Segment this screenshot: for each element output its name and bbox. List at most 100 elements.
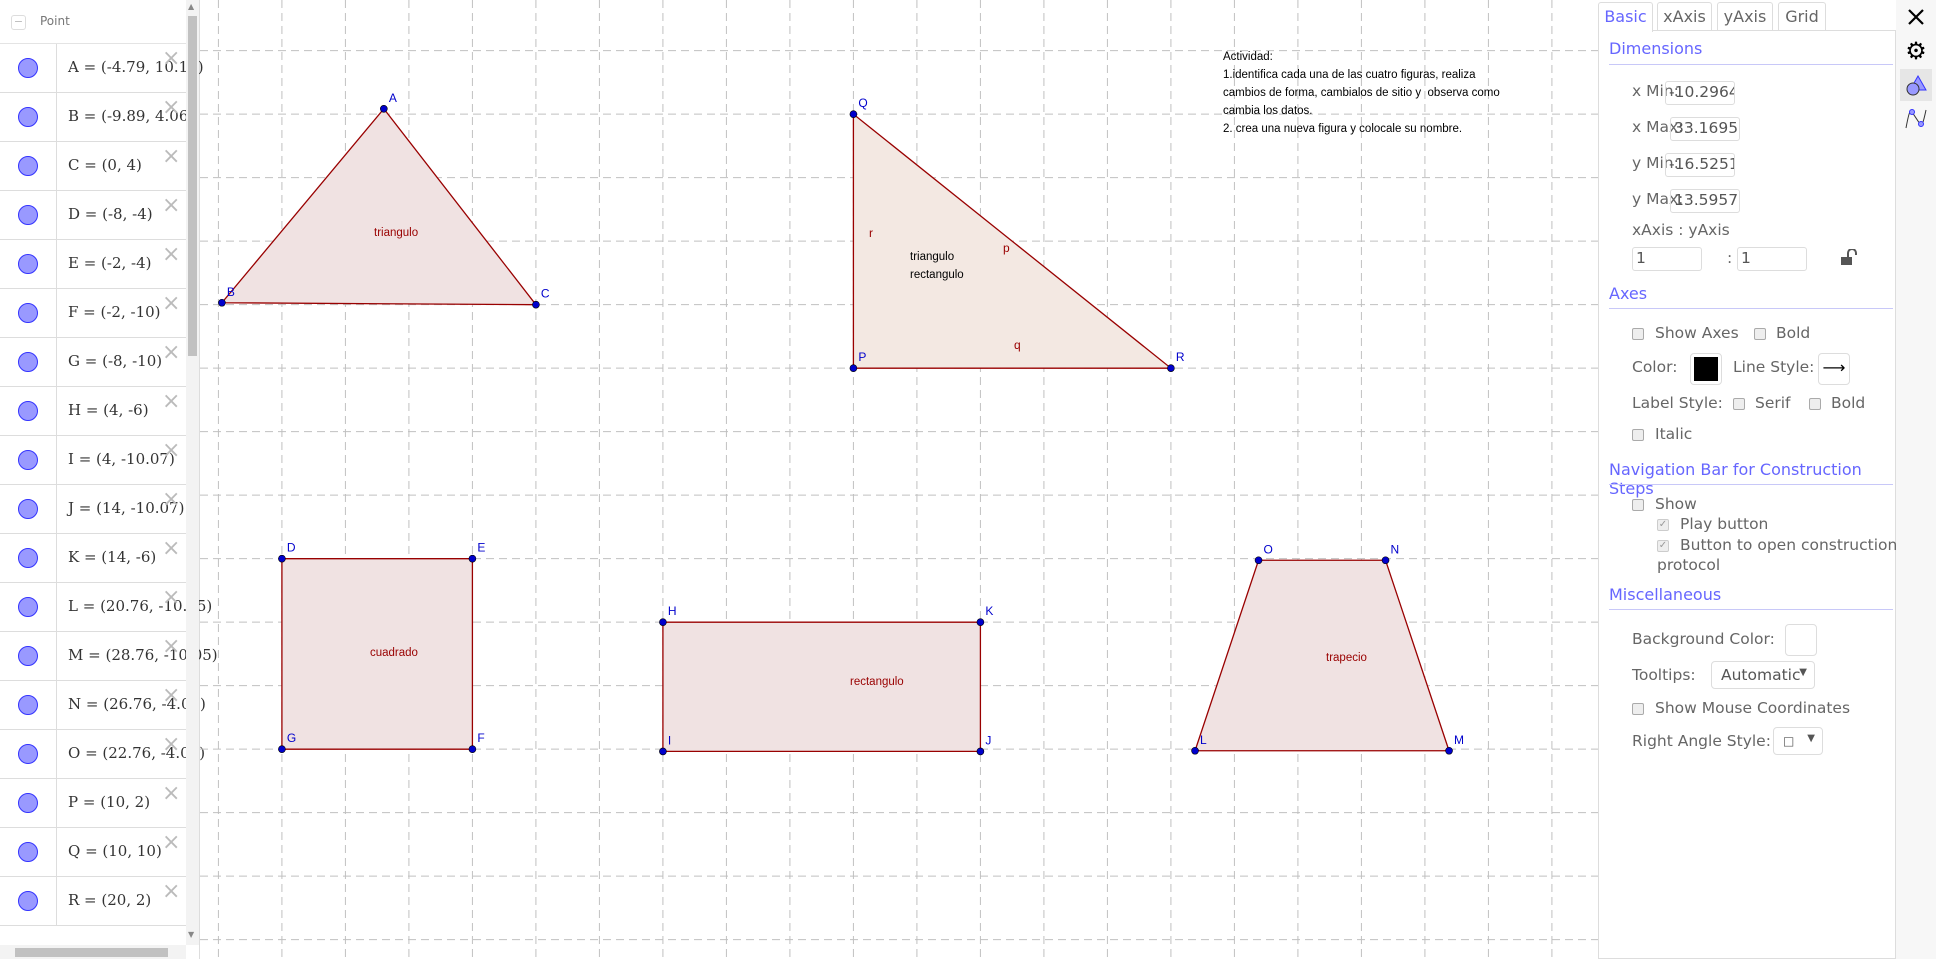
scroll-down-icon[interactable]: ▼ [188, 930, 194, 939]
graphics-view-icon[interactable] [1900, 69, 1932, 101]
visibility-toggle[interactable] [18, 352, 38, 372]
close-icon[interactable]: × [162, 244, 180, 266]
algebra-item-I[interactable]: I = (4, -10.07) × [0, 436, 186, 485]
visibility-toggle[interactable] [18, 548, 38, 568]
polygon-trapecio[interactable] [1194, 559, 1450, 752]
close-icon[interactable]: × [162, 195, 180, 217]
visibility-toggle[interactable] [18, 891, 38, 911]
point-C[interactable] [532, 300, 540, 309]
point-definition[interactable]: P = (10, 2) [68, 793, 150, 811]
tab-basic[interactable]: Basic [1598, 2, 1653, 32]
point-definition[interactable]: E = (-2, -4) [68, 254, 152, 272]
point-R[interactable] [1167, 364, 1175, 372]
algebra-item-F[interactable]: F = (-2, -10) × [0, 289, 186, 338]
close-icon[interactable] [1900, 1, 1932, 33]
graphics-view[interactable]: triangulo triangulo rectangulo r p q cuadrado r… [200, 0, 1598, 959]
algebra-item-B[interactable]: B = (-9.89, 4.06) × [0, 93, 194, 142]
visibility-toggle[interactable] [18, 793, 38, 813]
algebra-item-O[interactable]: O = (22.76, -4.05) × [0, 730, 205, 779]
gear-icon[interactable]: ⚙ [1900, 35, 1932, 67]
point-H[interactable] [659, 618, 667, 626]
ratio-x-input[interactable]: 1 [1632, 247, 1702, 271]
point-definition[interactable]: H = (4, -6) [68, 401, 149, 419]
activity-text[interactable]: Actividad: 1.identifica cada una de las … [1223, 48, 1500, 138]
point-definition[interactable]: A = (-4.79, 10.17) [68, 58, 204, 76]
close-icon[interactable]: × [162, 48, 180, 70]
close-icon[interactable]: × [162, 97, 180, 119]
algebra-item-R[interactable]: R = (20, 2) × [0, 877, 186, 926]
visibility-toggle[interactable] [18, 107, 38, 127]
point-definition[interactable]: K = (14, -6) [68, 548, 156, 566]
ratio-y-input[interactable]: 1 [1737, 247, 1807, 271]
tab-grid[interactable]: Grid [1778, 2, 1826, 31]
visibility-toggle[interactable] [18, 499, 38, 519]
label-bold-checkbox[interactable] [1809, 398, 1821, 410]
axes-bold-checkbox[interactable] [1754, 328, 1766, 340]
scroll-up-icon[interactable]: ▲ [188, 2, 194, 11]
close-icon[interactable]: × [162, 293, 180, 315]
tab-yaxis[interactable]: yAxis [1717, 2, 1773, 31]
mouse-coords-checkbox[interactable] [1632, 703, 1644, 715]
close-icon[interactable]: × [162, 146, 180, 168]
tab-xaxis[interactable]: xAxis [1657, 2, 1712, 31]
polygon-triangulo[interactable] [220, 107, 538, 306]
visibility-toggle[interactable] [18, 156, 38, 176]
algebra-item-K[interactable]: K = (14, -6) × [0, 534, 186, 583]
point-definition[interactable]: Q = (10, 10) [68, 842, 162, 860]
scroll-thumb[interactable] [188, 16, 197, 356]
point-L[interactable] [1191, 746, 1199, 755]
visibility-toggle[interactable] [18, 401, 38, 421]
close-icon[interactable]: × [162, 734, 180, 756]
close-icon[interactable]: × [162, 783, 180, 805]
vertical-scrollbar[interactable]: ▲ ▼ [186, 0, 199, 945]
close-icon[interactable]: × [162, 832, 180, 854]
algebra-item-H[interactable]: H = (4, -6) × [0, 387, 186, 436]
horizontal-scrollbar[interactable] [0, 945, 186, 959]
point-A[interactable] [380, 104, 388, 113]
xmin-input[interactable]: -10.2964 [1665, 81, 1735, 105]
axes-color-button[interactable] [1690, 353, 1722, 385]
scroll-thumb[interactable] [15, 948, 168, 957]
background-color-button[interactable] [1785, 624, 1817, 656]
visibility-toggle[interactable] [18, 58, 38, 78]
algebra-view-icon[interactable] [1900, 102, 1932, 134]
visibility-toggle[interactable] [18, 303, 38, 323]
point-B[interactable] [218, 298, 226, 307]
point-I[interactable] [659, 747, 667, 756]
close-icon[interactable]: × [162, 538, 180, 560]
point-G[interactable] [278, 745, 286, 753]
close-icon[interactable]: × [162, 685, 180, 707]
show-navigation-checkbox[interactable] [1632, 499, 1644, 511]
show-axes-checkbox[interactable] [1632, 328, 1644, 340]
point-Q[interactable] [849, 110, 858, 118]
point-F[interactable] [468, 745, 477, 753]
line-style-arrow-icon[interactable]: ⟶ [1818, 353, 1850, 385]
italic-checkbox[interactable] [1632, 429, 1644, 441]
algebra-item-J[interactable]: J = (14, -10.07) × [0, 485, 186, 534]
point-definition[interactable]: O = (22.76, -4.05) [68, 744, 205, 762]
algebra-item-E[interactable]: E = (-2, -4) × [0, 240, 186, 289]
point-definition[interactable]: I = (4, -10.07) [68, 450, 175, 468]
polygon-rectangulo[interactable] [662, 621, 982, 753]
algebra-item-N[interactable]: N = (26.76, -4.05) × [0, 681, 206, 730]
visibility-toggle[interactable] [18, 254, 38, 274]
point-K[interactable] [976, 618, 985, 626]
right-angle-select[interactable]: □ ▼ [1773, 727, 1823, 755]
protocol-button-checkbox[interactable]: ✓ [1657, 540, 1669, 552]
ymax-input[interactable]: 13.59575 [1670, 189, 1740, 213]
xmax-input[interactable]: 33.1695 [1670, 117, 1740, 141]
algebra-item-A[interactable]: A = (-4.79, 10.17) × [0, 44, 204, 93]
point-definition[interactable]: G = (-8, -10) [68, 352, 162, 370]
visibility-toggle[interactable] [18, 205, 38, 225]
point-definition[interactable]: F = (-2, -10) [68, 303, 161, 321]
point-J[interactable] [976, 747, 985, 756]
close-icon[interactable]: × [162, 587, 180, 609]
point-E[interactable] [468, 554, 477, 563]
visibility-toggle[interactable] [18, 597, 38, 617]
close-icon[interactable]: × [162, 391, 180, 413]
algebra-item-D[interactable]: D = (-8, -4) × [0, 191, 186, 240]
play-button-checkbox[interactable]: ✓ [1657, 519, 1669, 531]
visibility-toggle[interactable] [18, 450, 38, 470]
unlock-icon[interactable] [1840, 248, 1858, 271]
visibility-toggle[interactable] [18, 744, 38, 764]
